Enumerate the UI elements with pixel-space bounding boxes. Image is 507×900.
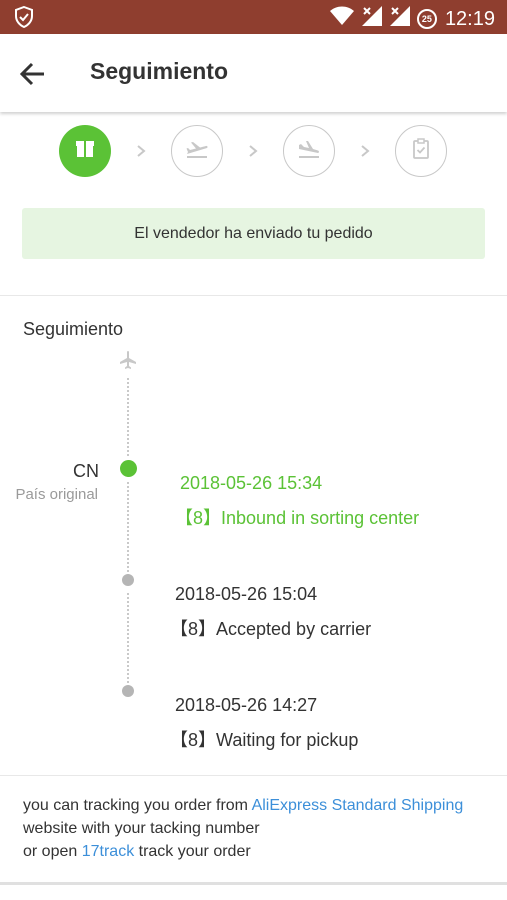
wifi-icon (329, 6, 355, 31)
17track-link[interactable]: 17track (82, 843, 134, 860)
event-time: 2018-05-26 15:04 (175, 584, 318, 604)
clipboard-check-icon (411, 137, 431, 165)
signal-icon (389, 5, 411, 32)
tracking-title: Seguimiento (23, 319, 124, 339)
step-arrived (283, 125, 335, 177)
note-text: or open (23, 843, 82, 860)
timeline-node (122, 685, 134, 697)
plane-takeoff-icon (185, 139, 209, 164)
notification-badge: 25 (416, 8, 437, 29)
event-time: 2018-05-26 14:27 (175, 695, 318, 715)
plane-landing-icon (297, 139, 321, 164)
origin-label: País original (15, 486, 98, 503)
note-text: website with your tacking number (23, 820, 260, 837)
timeline-connector (127, 482, 129, 572)
divider (0, 775, 507, 776)
divider (0, 295, 507, 296)
chevron-right-icon (361, 145, 370, 157)
step-departed (171, 125, 223, 177)
chevron-right-icon (137, 145, 146, 157)
timeline-connector (127, 593, 129, 683)
origin-country-code: CN (73, 461, 99, 481)
timeline-node-current (120, 460, 137, 477)
status-banner: El vendedor ha enviado tu pedido (22, 208, 485, 259)
package-icon (74, 138, 96, 165)
clock: 12:19 (444, 7, 495, 30)
signal-icon (361, 5, 383, 32)
status-bar: 25 12:19 (0, 0, 507, 34)
app-bar: Seguimiento (0, 34, 507, 112)
event-description: 【8】Waiting for pickup (170, 730, 359, 750)
shipment-progress (0, 125, 507, 181)
step-shipped (59, 125, 111, 177)
note-text: track your order (134, 843, 251, 860)
plane-icon (118, 350, 138, 370)
timeline-node (122, 574, 134, 586)
tracking-note: you can tracking you order from AliExpre… (23, 794, 493, 863)
step-delivered (395, 125, 447, 177)
event-description: 【8】Accepted by carrier (170, 619, 372, 639)
arrow-left-icon[interactable] (18, 59, 48, 89)
event-time: 2018-05-26 15:34 (180, 473, 323, 493)
event-description: 【8】Inbound in sorting center (175, 508, 420, 528)
timeline-connector (127, 378, 129, 456)
aliexpress-shipping-link[interactable]: AliExpress Standard Shipping (252, 797, 464, 814)
page-title: Seguimiento (90, 58, 229, 84)
chevron-right-icon (249, 145, 258, 157)
divider (0, 882, 507, 885)
shield-icon (14, 5, 34, 33)
note-text: you can tracking you order from (23, 797, 252, 814)
